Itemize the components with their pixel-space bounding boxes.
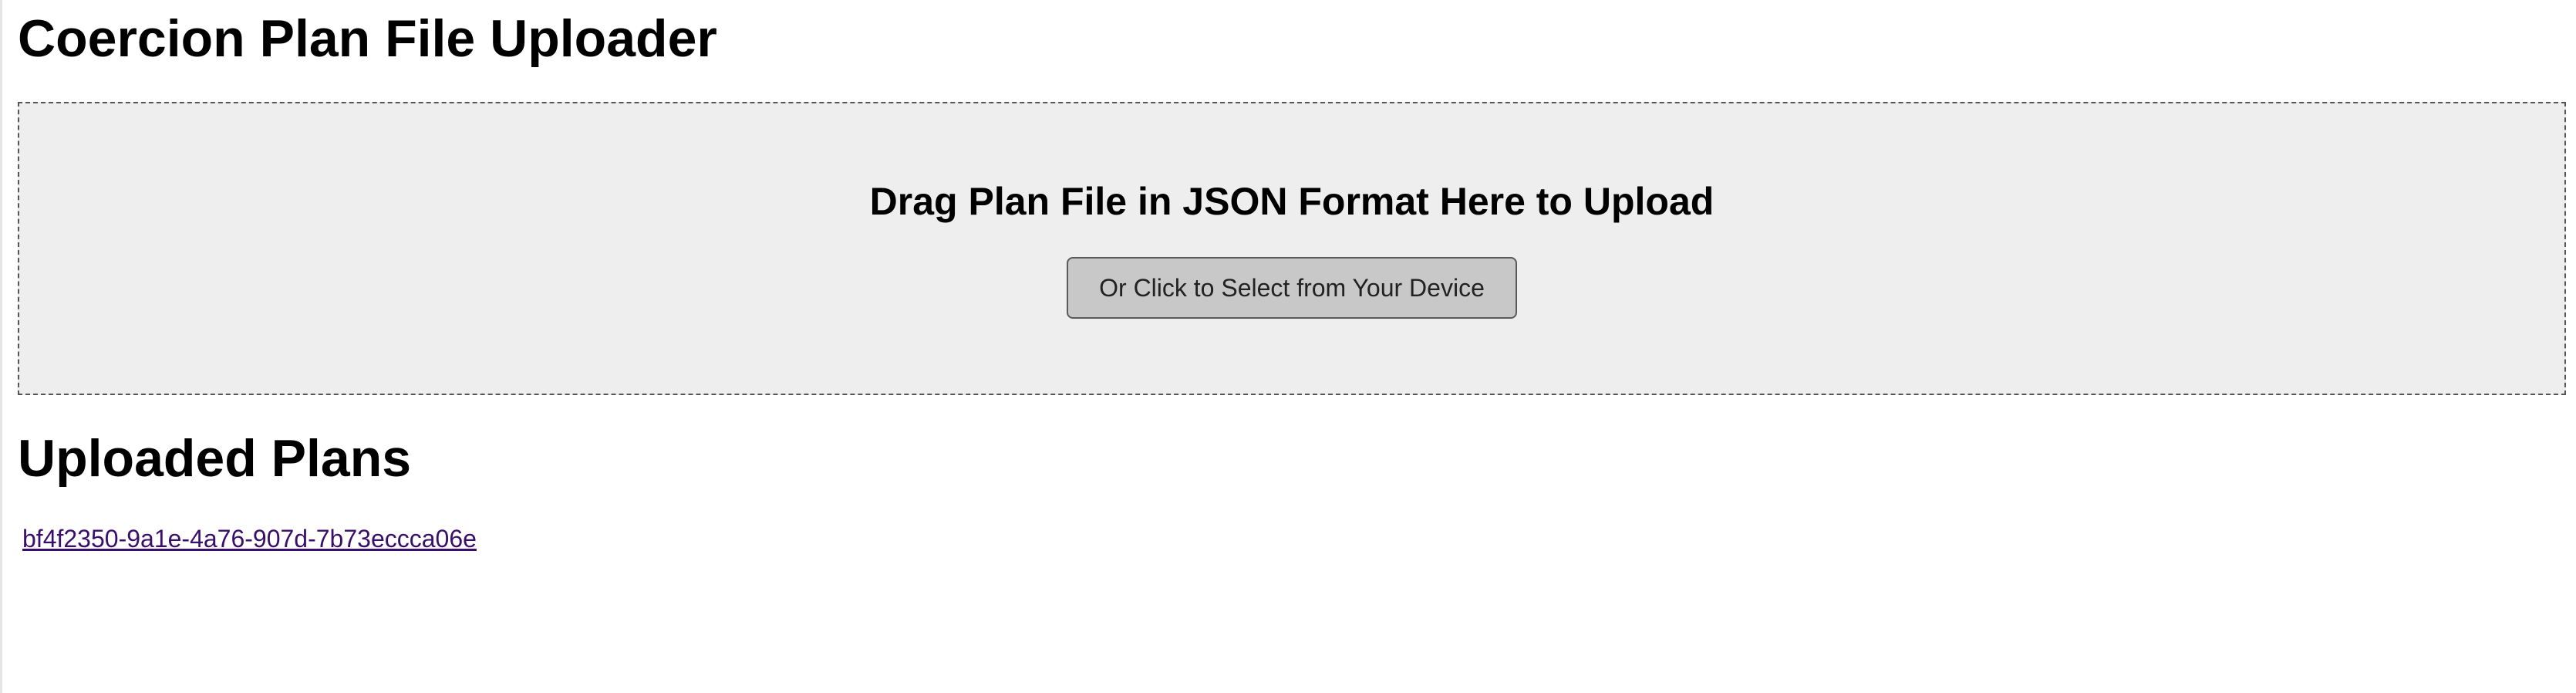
select-file-button[interactable]: Or Click to Select from Your Device bbox=[1067, 257, 1517, 319]
page: Coercion Plan File Uploader Drag Plan Fi… bbox=[0, 0, 2576, 693]
uploaded-plans-title: Uploaded Plans bbox=[18, 429, 412, 488]
dropzone-heading: Drag Plan File in JSON Format Here to Up… bbox=[869, 180, 1715, 223]
page-title: Coercion Plan File Uploader bbox=[18, 9, 717, 68]
uploaded-plans-list: bf4f2350-9a1e-4a76-907d-7b73eccca06e bbox=[18, 491, 2564, 553]
plan-link[interactable]: bf4f2350-9a1e-4a76-907d-7b73eccca06e bbox=[22, 525, 477, 553]
file-dropzone[interactable]: Drag Plan File in JSON Format Here to Up… bbox=[18, 102, 2566, 395]
list-item: bf4f2350-9a1e-4a76-907d-7b73eccca06e bbox=[22, 525, 2564, 553]
